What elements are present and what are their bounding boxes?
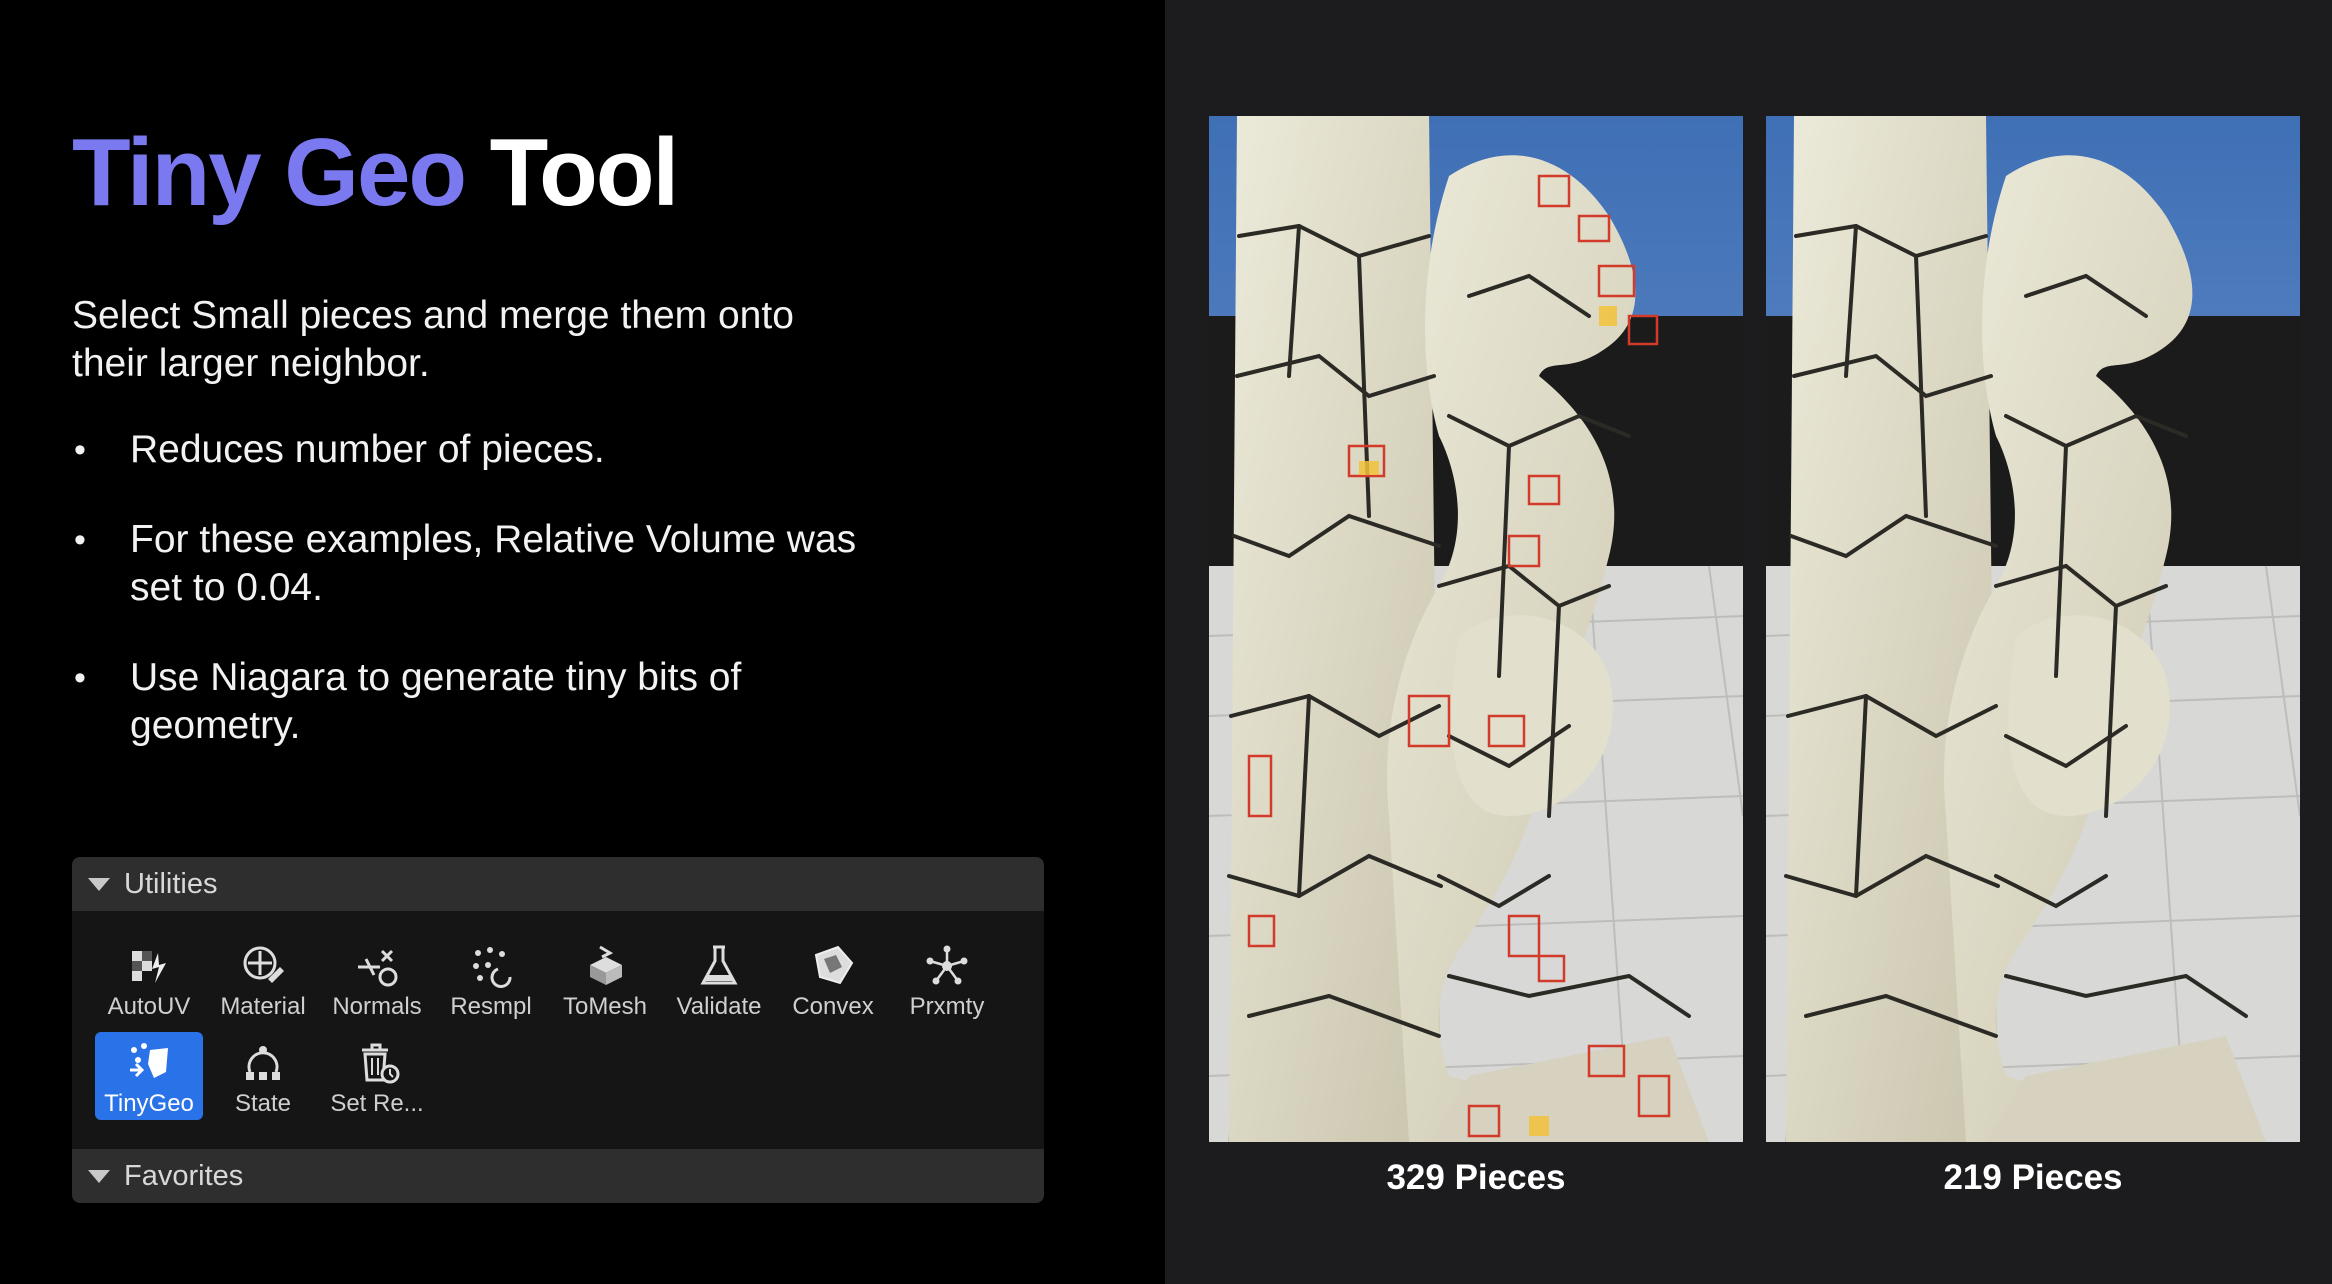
slide-text-area: Tiny Geo Tool Select Small pieces and me… [0, 0, 1165, 1284]
tool-label: Prxmty [909, 993, 985, 1020]
tiny-geo-button[interactable]: TinyGeo [95, 1032, 203, 1120]
after-piece-count: 219 Pieces [1943, 1158, 2123, 1197]
resample-icon [473, 947, 512, 988]
utilities-section-header[interactable]: Utilities [72, 857, 1044, 911]
favorites-label: Favorites [124, 1159, 244, 1192]
state-icon [246, 1046, 280, 1080]
tiny-geo-icon [130, 1043, 168, 1078]
set-remove-button[interactable]: Set Re... [323, 1032, 431, 1120]
tool-label: ToMesh [562, 993, 648, 1020]
tool-label: Set Re... [330, 1090, 424, 1117]
convex-icon [814, 945, 854, 985]
tool-label: Material [220, 993, 306, 1020]
chevron-down-icon [88, 877, 110, 891]
title-rest: Tool [489, 119, 679, 226]
fracture-tools-panel: Utilities AutoUV Material Normals Resmpl… [72, 857, 1044, 1203]
normals-button[interactable]: Normals [323, 935, 431, 1023]
resample-button[interactable]: Resmpl [437, 935, 545, 1023]
proximity-icon [926, 945, 968, 985]
auto-uv-icon [132, 951, 166, 983]
fractured-statue-after-image [1766, 116, 2300, 1142]
tool-label: TinyGeo [104, 1090, 194, 1117]
fractured-statue-before-image [1209, 116, 1743, 1142]
title-accent: Tiny Geo [72, 119, 467, 226]
normals-icon [358, 949, 398, 987]
bullet-list: • Reduces number of pieces. • For these ex… [72, 426, 872, 792]
tool-label: Validate [676, 993, 762, 1020]
intro-text: Select Small pieces and merge them onto … [72, 294, 794, 385]
state-button[interactable]: State [209, 1032, 317, 1120]
bullet-item: • For these examples, Relative Volume was… [74, 518, 857, 609]
tool-label: Normals [332, 993, 422, 1020]
before-piece-count: 329 Pieces [1386, 1158, 1566, 1197]
chevron-down-icon [88, 1169, 110, 1183]
set-remove-icon [362, 1043, 400, 1084]
slide-title: Tiny Geo Tool [72, 118, 679, 228]
bullet-item: • Reduces number of pieces. [74, 428, 605, 471]
convex-button[interactable]: Convex [779, 935, 887, 1023]
proximity-button[interactable]: Prxmty [893, 935, 1001, 1023]
material-button[interactable]: Material [209, 935, 317, 1023]
favorites-section-header[interactable]: Favorites [72, 1149, 1044, 1203]
bullet-item: • Use Niagara to generate tiny bits of ge… [74, 656, 742, 747]
to-mesh-icon [590, 945, 622, 985]
utilities-label: Utilities [124, 867, 218, 900]
validate-button[interactable]: Validate [665, 935, 773, 1023]
material-icon [243, 946, 284, 983]
tool-label: AutoUV [107, 993, 191, 1020]
flask-icon [700, 945, 738, 985]
tool-label: State [234, 1090, 292, 1117]
tool-label: Resmpl [450, 993, 532, 1020]
auto-uv-button[interactable]: AutoUV [95, 935, 203, 1023]
tool-label: Convex [792, 993, 874, 1020]
to-mesh-button[interactable]: ToMesh [551, 935, 659, 1023]
